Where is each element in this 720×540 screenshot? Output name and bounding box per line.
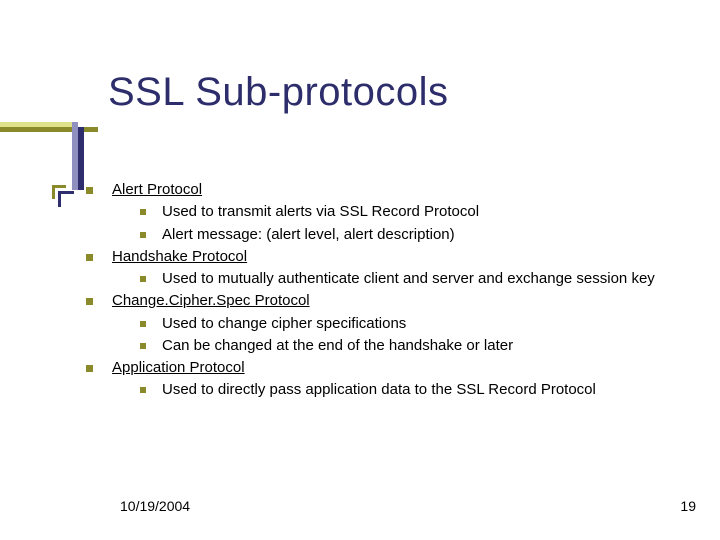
list-subitem: Can be changed at the end of the handsha… [140,336,686,356]
item-heading: Application Protocol [112,359,245,376]
list-subitem: Used to mutually authenticate client and… [140,269,686,289]
footer-date: 10/19/2004 [120,498,190,514]
decor-bar-icon [78,127,84,190]
slide-title: SSL Sub-protocols [108,70,449,115]
list-item: Handshake Protocol Used to mutually auth… [86,247,686,290]
list-item: Change.Cipher.Spec Protocol Used to chan… [86,291,686,356]
item-heading: Alert Protocol [112,181,202,198]
list-subitem: Used to transmit alerts via SSL Record P… [140,202,686,222]
footer-page-number: 19 [680,498,696,514]
item-heading: Change.Cipher.Spec Protocol [112,292,310,309]
list-subitem: Used to directly pass application data t… [140,380,686,400]
list-subitem: Used to change cipher specifications [140,314,686,334]
list-subitem: Alert message: (alert level, alert descr… [140,225,686,245]
title-block: SSL Sub-protocols [0,70,720,160]
item-heading: Handshake Protocol [112,248,247,265]
slide: SSL Sub-protocols Alert Protocol Used to… [0,0,720,540]
decor-notch-icon [52,185,74,207]
list-item: Alert Protocol Used to transmit alerts v… [86,180,686,245]
list-item: Application Protocol Used to directly pa… [86,358,686,401]
slide-body: Alert Protocol Used to transmit alerts v… [86,180,686,403]
